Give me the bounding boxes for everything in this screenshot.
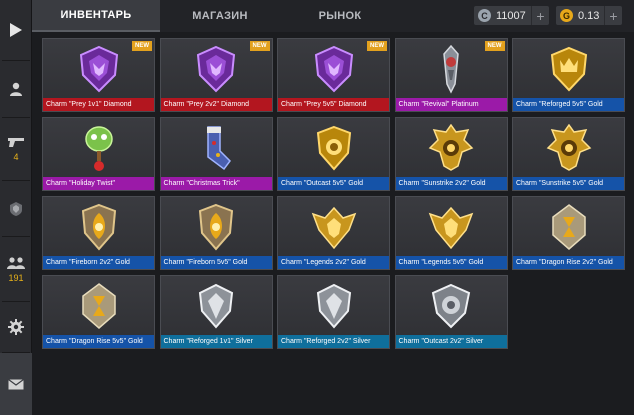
- credits-amount: 11007: [496, 9, 526, 22]
- play-icon: [10, 23, 22, 37]
- inventory-item[interactable]: Charm "Holiday Twist": [42, 117, 155, 191]
- inventory-item[interactable]: NEW Charm "Prey 5v5" Diamond: [277, 38, 390, 112]
- item-name: Charm "Fireborn 5v5" Gold: [160, 256, 272, 269]
- weapons-count: 4: [13, 152, 19, 162]
- inventory-item[interactable]: Charm "Fireborn 2v2" Gold: [42, 196, 155, 270]
- top-bar: ИНВЕНТАРЬ МАГАЗИН РЫНОК C 11007 + G 0.13…: [32, 0, 634, 32]
- add-gold-button[interactable]: +: [604, 6, 622, 25]
- silver-shield-icon: [278, 278, 389, 334]
- dragon-pendant-icon: [513, 199, 624, 255]
- clan-button[interactable]: [0, 181, 32, 236]
- inventory-item[interactable]: Charm "Christmas Trick": [159, 117, 273, 191]
- inventory-item[interactable]: NEW Charm "Revival" Platinum: [394, 38, 508, 112]
- gold-winged-shield-icon: [278, 199, 389, 255]
- item-name: Charm "Dragon Rise 2v2" Gold: [513, 256, 624, 269]
- friends-button[interactable]: 191: [0, 237, 32, 301]
- item-name: Charm "Sunstrike 5v5" Gold: [513, 177, 624, 190]
- item-name: Charm "Outcast 2v2" Silver: [395, 335, 507, 348]
- item-name: Charm "Christmas Trick": [160, 177, 272, 190]
- holiday-ornament-icon: [43, 120, 154, 176]
- item-name: Charm "Holiday Twist": [43, 177, 154, 190]
- user-icon: [10, 82, 22, 96]
- clan-emblem-icon: [10, 201, 22, 216]
- gold-coin-icon: G: [560, 9, 573, 22]
- fireborn-crest-icon: [43, 199, 154, 255]
- settings-button[interactable]: [0, 302, 32, 352]
- dragon-pendant-icon: [43, 278, 154, 334]
- new-badge: NEW: [249, 41, 270, 51]
- gold-spiked-shield-icon: [513, 120, 624, 176]
- new-badge: NEW: [367, 41, 387, 51]
- sidebar: 4 191: [0, 0, 32, 415]
- item-name: Charm "Prey 5v5" Diamond: [278, 98, 389, 111]
- item-name: Charm "Legends 5v5" Gold: [395, 256, 507, 269]
- inventory-item[interactable]: Charm "Outcast 5v5" Gold: [277, 117, 390, 191]
- item-name: Charm "Reforged 5v5" Gold: [513, 98, 624, 111]
- inventory-item[interactable]: Charm "Sunstrike 2v2" Gold: [394, 117, 508, 191]
- item-name: Charm "Revival" Platinum: [395, 98, 507, 111]
- gold-crown-shield-icon: [513, 41, 624, 97]
- inventory-item[interactable]: NEW Charm "Prey 1v1" Diamond: [42, 38, 155, 112]
- item-name: Charm "Outcast 5v5" Gold: [278, 177, 389, 190]
- item-name: Charm "Reforged 2v2" Silver: [278, 335, 389, 348]
- item-name: Charm "Dragon Rise 5v5" Gold: [43, 335, 154, 348]
- credits-icon: C: [478, 9, 491, 22]
- inventory-item[interactable]: Charm "Reforged 2v2" Silver: [277, 275, 390, 349]
- inventory-item[interactable]: Charm "Reforged 1v1" Silver: [159, 275, 273, 349]
- inventory-item[interactable]: Charm "Legends 2v2" Gold: [277, 196, 390, 270]
- pistol-icon: [8, 138, 24, 147]
- inventory-item[interactable]: Charm "Dragon Rise 5v5" Gold: [42, 275, 155, 349]
- inventory-item[interactable]: Charm "Legends 5v5" Gold: [394, 196, 508, 270]
- tab-shop[interactable]: МАГАЗИН: [160, 0, 280, 32]
- silver-outcast-shield-icon: [396, 278, 507, 334]
- item-name: Charm "Prey 2v2" Diamond: [160, 98, 272, 111]
- new-badge: NEW: [484, 41, 505, 51]
- inventory-item[interactable]: Charm "Outcast 2v2" Silver: [394, 275, 508, 349]
- silver-shield-icon: [161, 278, 272, 334]
- gear-icon: [8, 319, 24, 335]
- friends-icon: [7, 256, 25, 269]
- item-name: Charm "Fireborn 2v2" Gold: [43, 256, 154, 269]
- christmas-sock-icon: [161, 120, 272, 176]
- gold-display: G 0.13 +: [556, 6, 622, 25]
- tab-inventory[interactable]: ИНВЕНТАРЬ: [32, 0, 160, 32]
- profile-button[interactable]: [0, 61, 32, 117]
- item-name: Charm "Prey 1v1" Diamond: [43, 98, 154, 111]
- item-name: Charm "Reforged 1v1" Silver: [160, 335, 272, 348]
- fireborn-crest-icon: [161, 199, 272, 255]
- weapons-button[interactable]: 4: [0, 118, 32, 180]
- item-name: Charm "Legends 2v2" Gold: [278, 256, 389, 269]
- item-name: Charm "Sunstrike 2v2" Gold: [395, 177, 507, 190]
- friends-count: 191: [8, 272, 24, 283]
- add-credits-button[interactable]: +: [531, 6, 549, 25]
- mail-icon: [8, 378, 24, 389]
- mail-button[interactable]: [0, 353, 32, 415]
- inventory-item[interactable]: NEW Charm "Prey 2v2" Diamond: [159, 38, 273, 112]
- play-button[interactable]: [0, 0, 32, 60]
- gold-spiked-shield-icon: [396, 120, 507, 176]
- inventory-item[interactable]: Charm "Dragon Rise 2v2" Gold: [512, 196, 625, 270]
- new-badge: NEW: [132, 41, 152, 51]
- gold-shield-icon: [278, 120, 389, 176]
- gold-winged-shield-icon: [396, 199, 507, 255]
- gold-amount: 0.13: [578, 9, 600, 22]
- tab-market[interactable]: РЫНОК: [280, 0, 400, 32]
- inventory-item[interactable]: Charm "Sunstrike 5v5" Gold: [512, 117, 625, 191]
- inventory-item[interactable]: Charm "Reforged 5v5" Gold: [512, 38, 625, 112]
- inventory-item[interactable]: Charm "Fireborn 5v5" Gold: [159, 196, 273, 270]
- credits-display: C 11007 +: [474, 6, 549, 25]
